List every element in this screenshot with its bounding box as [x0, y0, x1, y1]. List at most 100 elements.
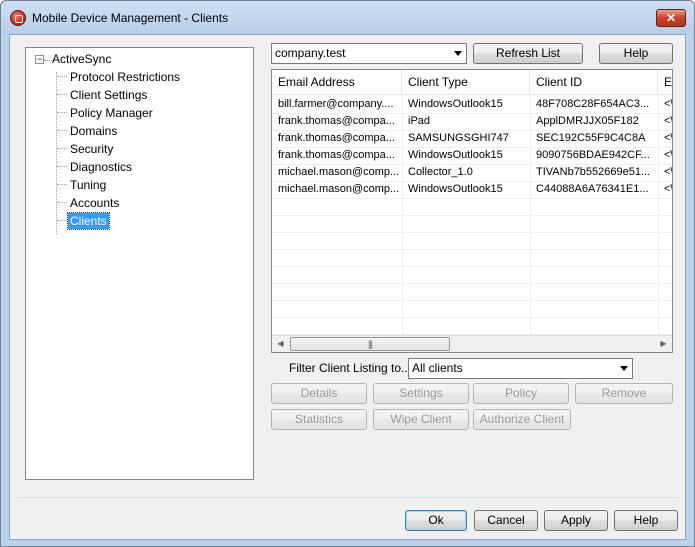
tree-connector — [56, 72, 57, 234]
cell-client-type: SAMSUNGSGHI747 — [408, 132, 509, 144]
tree-connector — [57, 112, 67, 113]
scroll-left-icon[interactable]: ◀ — [272, 336, 289, 352]
table-row[interactable]: bill.farmer@company.... WindowsOutlook15 4… — [272, 96, 673, 113]
tree-item-policy-manager[interactable]: Policy Manager — [68, 105, 155, 121]
table-row[interactable]: michael.mason@comp... Collector_1.0 TIVANb… — [272, 164, 673, 181]
cell-client-id: ApplDMRJJX05F182 — [536, 115, 639, 127]
domain-select[interactable]: company.test — [271, 43, 467, 64]
tree-item-diagnostics[interactable]: Diagnostics — [68, 159, 134, 175]
details-button[interactable]: Details — [271, 383, 367, 404]
cell-client-id: 48F708C28F654AC3... — [536, 98, 650, 110]
grid-line — [272, 232, 672, 233]
help-top-button[interactable]: Help — [599, 43, 673, 64]
policy-button[interactable]: Policy — [473, 383, 569, 404]
cell-client-type: WindowsOutlook15 — [408, 98, 503, 110]
statistics-button[interactable]: Statistics — [271, 409, 367, 430]
table-row[interactable]: frank.thomas@compa... iPad ApplDMRJJX05F18… — [272, 113, 673, 130]
cell-ef: <\ — [664, 166, 673, 178]
navigation-tree: − ActiveSync Protocol Restrictions Clien… — [25, 47, 254, 480]
tree-connector — [57, 184, 67, 185]
cell-email: michael.mason@comp... — [278, 166, 400, 178]
dialog-body: − ActiveSync Protocol Restrictions Clien… — [9, 34, 686, 540]
separator — [18, 497, 678, 498]
clients-table[interactable]: Email Address Client Type Client ID Ef b… — [271, 69, 673, 353]
title-bar[interactable]: Mobile Device Management - Clients ✕ — [1, 1, 694, 34]
cancel-button[interactable]: Cancel — [474, 510, 538, 531]
tree-connector — [57, 130, 67, 131]
scrollbar-thumb[interactable]: ||| — [290, 337, 450, 351]
remove-button[interactable]: Remove — [575, 383, 673, 404]
grid-line — [272, 215, 672, 216]
ok-button[interactable]: Ok — [405, 510, 467, 531]
tree-item-accounts[interactable]: Accounts — [68, 195, 121, 211]
domain-select-value: company.test — [275, 46, 346, 60]
tree-item-domains[interactable]: Domains — [68, 123, 119, 139]
filter-select[interactable]: All clients — [408, 358, 633, 379]
grid-line — [272, 181, 672, 182]
chevron-down-icon — [454, 51, 462, 56]
cell-client-type: iPad — [408, 115, 431, 127]
authorize-client-button[interactable]: Authorize Client — [473, 409, 571, 430]
tree-item-clients[interactable]: Clients — [67, 212, 110, 230]
tree-connector — [57, 76, 67, 77]
cell-ef: <\ — [664, 115, 673, 127]
horizontal-scrollbar[interactable]: ◀ ||| ▶ — [272, 335, 672, 352]
tree-item-client-settings[interactable]: Client Settings — [68, 87, 149, 103]
column-header-ef[interactable]: Ef — [658, 70, 672, 95]
grid-line — [272, 113, 672, 114]
column-header-email[interactable]: Email Address — [272, 70, 402, 95]
cell-ef: <\ — [664, 98, 673, 110]
help-button[interactable]: Help — [614, 510, 678, 531]
table-row[interactable]: frank.thomas@compa... WindowsOutlook15 909… — [272, 147, 673, 164]
chevron-down-icon — [620, 366, 628, 371]
cell-client-id: C44088A6A76341E1... — [536, 183, 649, 195]
wipe-client-button[interactable]: Wipe Client — [373, 409, 469, 430]
table-row[interactable]: michael.mason@comp... WindowsOutlook15 C44… — [272, 181, 673, 198]
tree-connector — [57, 148, 67, 149]
tree-item-protocol-restrictions[interactable]: Protocol Restrictions — [68, 69, 182, 85]
cell-client-type: WindowsOutlook15 — [408, 149, 503, 161]
grid-line — [272, 164, 672, 165]
filter-label: Filter Client Listing to... — [289, 361, 412, 375]
table-header: Email Address Client Type Client ID Ef — [272, 70, 672, 95]
dialog-window: Mobile Device Management - Clients ✕ − A… — [0, 0, 695, 547]
tree-connector — [57, 166, 67, 167]
app-logo-icon — [10, 10, 26, 26]
tree-item-tuning[interactable]: Tuning — [68, 177, 108, 193]
grid-line — [272, 249, 672, 250]
cell-email: frank.thomas@compa... — [278, 132, 395, 144]
cell-client-id: 9090756BDAE942CF... — [536, 149, 650, 161]
tree-connector — [57, 94, 67, 95]
grid-line — [272, 300, 672, 301]
filter-select-value: All clients — [412, 361, 463, 375]
tree-item-security[interactable]: Security — [68, 141, 115, 157]
cell-client-type: WindowsOutlook15 — [408, 183, 503, 195]
column-header-client-id[interactable]: Client ID — [530, 70, 658, 95]
cell-ef: <\ — [664, 183, 673, 195]
window-title: Mobile Device Management - Clients — [32, 11, 229, 25]
table-row[interactable]: frank.thomas@compa... SAMSUNGSGHI747 SEC19… — [272, 130, 673, 147]
cell-email: bill.farmer@company.... — [278, 98, 394, 110]
tree-item-activesync[interactable]: ActiveSync — [50, 51, 113, 67]
tree-connector — [57, 202, 67, 203]
cell-client-id: SEC192C55F9C4C8A — [536, 132, 646, 144]
settings-button[interactable]: Settings — [373, 383, 469, 404]
cell-ef: <\ — [664, 149, 673, 161]
cell-email: frank.thomas@compa... — [278, 149, 395, 161]
scroll-right-icon[interactable]: ▶ — [655, 336, 672, 352]
cell-client-id: TIVANb7b552669e51... — [536, 166, 651, 178]
cell-email: frank.thomas@compa... — [278, 115, 395, 127]
grid-line — [272, 317, 672, 318]
close-button[interactable]: ✕ — [656, 9, 686, 27]
grid-line — [272, 266, 672, 267]
refresh-list-button[interactable]: Refresh List — [473, 43, 583, 64]
grid-line — [272, 283, 672, 284]
column-header-client-type[interactable]: Client Type — [402, 70, 530, 95]
tree-connector — [57, 220, 67, 221]
apply-button[interactable]: Apply — [544, 510, 608, 531]
grid-line — [272, 147, 672, 148]
cell-client-type: Collector_1.0 — [408, 166, 473, 178]
grid-line — [272, 198, 672, 199]
collapse-icon[interactable]: − — [35, 55, 44, 64]
cell-ef: <\ — [664, 132, 673, 144]
